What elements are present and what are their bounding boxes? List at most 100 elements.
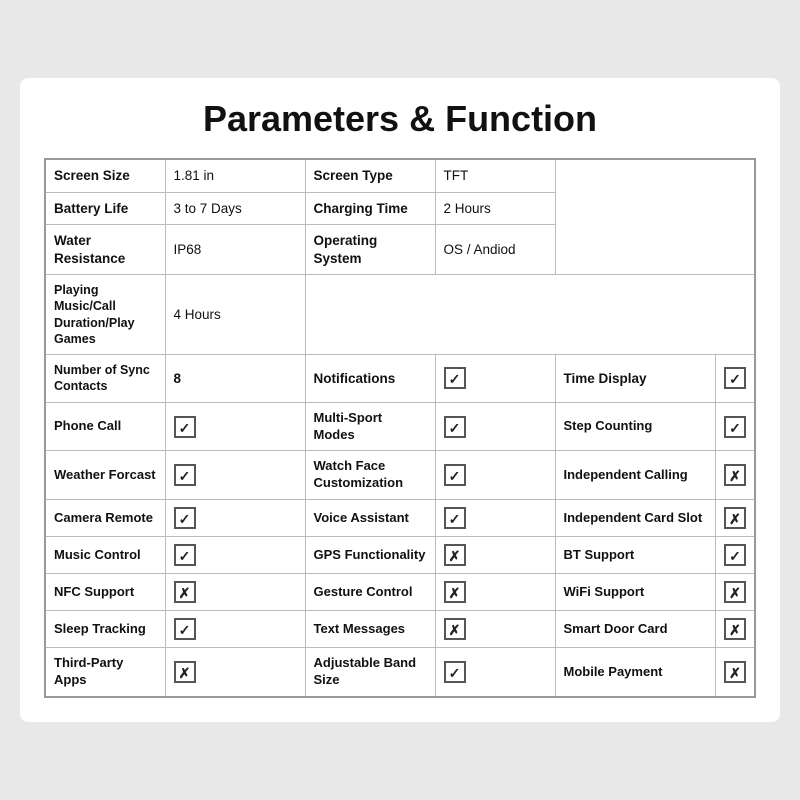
check-yes-icon xyxy=(174,416,196,438)
cell-check xyxy=(435,574,555,611)
cell-label: Mobile Payment xyxy=(555,648,716,697)
check-no-icon xyxy=(444,581,466,603)
cell-check xyxy=(435,537,555,574)
cell-label: WiFi Support xyxy=(555,574,716,611)
table-row: NFC Support Gesture Control WiFi Support xyxy=(45,574,755,611)
table-row: Number of Sync Contacts8Notifications Tim… xyxy=(45,355,755,403)
check-yes-icon xyxy=(724,544,746,566)
check-yes-icon xyxy=(174,464,196,486)
table-row: Water ResistanceIP68Operating SystemOS /… xyxy=(45,225,755,275)
cell-label: Gesture Control xyxy=(305,574,435,611)
table-row: Screen Size1.81 inScreen TypeTFT xyxy=(45,159,755,192)
cell-check xyxy=(716,648,756,697)
cell-label: Smart Door Card xyxy=(555,611,716,648)
check-yes-icon xyxy=(174,618,196,640)
cell-label: Text Messages xyxy=(305,611,435,648)
check-no-icon xyxy=(444,618,466,640)
table-row: Weather Forcast Watch Face Customization I… xyxy=(45,451,755,500)
cell-check xyxy=(435,402,555,451)
page-title: Parameters & Function xyxy=(44,98,756,140)
check-no-icon xyxy=(724,464,746,486)
cell-value: OS / Andiod xyxy=(435,225,555,275)
check-no-icon xyxy=(724,661,746,683)
table-row: Third-Party Apps Adjustable Band Size Mobi… xyxy=(45,648,755,697)
cell-check xyxy=(716,451,756,500)
cell-label: Time Display xyxy=(555,355,716,403)
cell-check xyxy=(165,500,305,537)
cell-label: NFC Support xyxy=(45,574,165,611)
check-no-icon xyxy=(724,507,746,529)
cell-label: Watch Face Customization xyxy=(305,451,435,500)
cell-check xyxy=(165,451,305,500)
cell-label: Operating System xyxy=(305,225,435,275)
cell-check xyxy=(165,402,305,451)
cell-label: BT Support xyxy=(555,537,716,574)
cell-check xyxy=(716,402,756,451)
cell-label: Third-Party Apps xyxy=(45,648,165,697)
check-yes-icon xyxy=(724,367,746,389)
cell-check xyxy=(716,611,756,648)
check-yes-icon xyxy=(444,416,466,438)
table-row: Phone Call Multi-Sport Modes Step Counting xyxy=(45,402,755,451)
cell-label: Charging Time xyxy=(305,192,435,225)
cell-label: Weather Forcast xyxy=(45,451,165,500)
cell-check xyxy=(165,648,305,697)
cell-check xyxy=(165,537,305,574)
cell-label: Multi-Sport Modes xyxy=(305,402,435,451)
cell-check xyxy=(435,451,555,500)
cell-empty xyxy=(305,275,755,355)
cell-check xyxy=(165,574,305,611)
cell-check xyxy=(716,537,756,574)
cell-label: Camera Remote xyxy=(45,500,165,537)
cell-value: 4 Hours xyxy=(165,275,305,355)
cell-check xyxy=(165,611,305,648)
cell-label: Playing Music/Call Duration/Play Games xyxy=(45,275,165,355)
check-yes-icon xyxy=(174,507,196,529)
check-yes-icon xyxy=(444,661,466,683)
table-row: Music Control GPS Functionality BT Support xyxy=(45,537,755,574)
table-row: Camera RemoteVoice AssistantIndependent … xyxy=(45,500,755,537)
cell-check xyxy=(716,355,756,403)
cell-label: Battery Life xyxy=(45,192,165,225)
cell-check xyxy=(716,500,756,537)
check-no-icon xyxy=(724,581,746,603)
cell-label: Screen Type xyxy=(305,159,435,192)
cell-check xyxy=(716,574,756,611)
check-yes-icon xyxy=(444,464,466,486)
check-no-icon xyxy=(444,544,466,566)
check-no-icon xyxy=(174,581,196,603)
table-row: Sleep Tracking Text Messages Smart Door Ca… xyxy=(45,611,755,648)
cell-label: Screen Size xyxy=(45,159,165,192)
check-no-icon xyxy=(724,618,746,640)
cell-label: Notifications xyxy=(305,355,435,403)
check-yes-icon xyxy=(444,367,466,389)
cell-label: Water Resistance xyxy=(45,225,165,275)
cell-label: Step Counting xyxy=(555,402,716,451)
check-yes-icon xyxy=(174,544,196,566)
cell-label: Adjustable Band Size xyxy=(305,648,435,697)
cell-label: Sleep Tracking xyxy=(45,611,165,648)
cell-check xyxy=(435,500,555,537)
cell-value: 3 to 7 Days xyxy=(165,192,305,225)
params-table: Screen Size1.81 inScreen TypeTFTBattery … xyxy=(44,158,756,698)
cell-label: Independent Card Slot xyxy=(555,500,716,537)
check-yes-icon xyxy=(724,416,746,438)
cell-label: Independent Calling xyxy=(555,451,716,500)
cell-value: TFT xyxy=(435,159,555,192)
cell-label: Phone Call xyxy=(45,402,165,451)
cell-value: IP68 xyxy=(165,225,305,275)
main-container: Parameters & Function Screen Size1.81 in… xyxy=(20,78,780,722)
table-row: Playing Music/Call Duration/Play Games4 … xyxy=(45,275,755,355)
cell-label: GPS Functionality xyxy=(305,537,435,574)
cell-value: 8 xyxy=(165,355,305,403)
cell-value: 2 Hours xyxy=(435,192,555,225)
check-yes-icon xyxy=(444,507,466,529)
cell-label: Music Control xyxy=(45,537,165,574)
table-row: Battery Life3 to 7 DaysCharging Time2 Ho… xyxy=(45,192,755,225)
check-no-icon xyxy=(174,661,196,683)
cell-check xyxy=(435,648,555,697)
cell-label: Number of Sync Contacts xyxy=(45,355,165,403)
cell-check xyxy=(435,355,555,403)
cell-value: 1.81 in xyxy=(165,159,305,192)
cell-check xyxy=(435,611,555,648)
